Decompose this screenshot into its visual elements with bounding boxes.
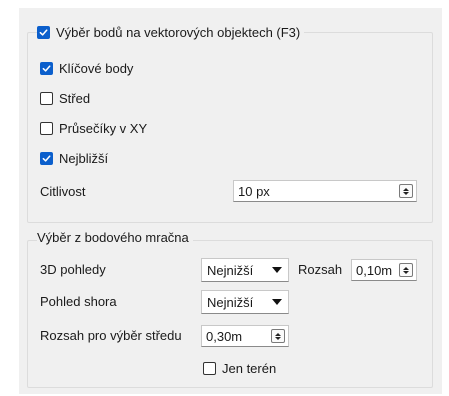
- checkmark-icon: [42, 64, 51, 72]
- vector-snap-title: Výběr bodů na vektorových objektech (F3): [56, 24, 301, 40]
- center-range-value: 0,30m: [206, 328, 243, 344]
- key-points-label: Klíčové body: [59, 60, 134, 76]
- top-view-label: Pohled shora: [40, 294, 117, 309]
- point-cloud-title: Výběr z bodového mračna: [37, 230, 193, 245]
- views-3d-label: 3D pohledy: [40, 262, 106, 277]
- spin-arrows-icon[interactable]: [271, 329, 285, 343]
- center-checkbox[interactable]: [40, 91, 53, 105]
- center-range-label: Rozsah pro výběr středu: [40, 328, 182, 343]
- range-value: 0,10m: [356, 262, 393, 278]
- center-range-spinbox[interactable]: 0,30m: [201, 325, 289, 347]
- range-label: Rozsah: [298, 262, 343, 277]
- intersections-label: Průsečíky v XY: [59, 120, 148, 136]
- sensitivity-value: 10 px: [238, 183, 270, 199]
- chevron-down-icon: [272, 267, 282, 273]
- chevron-down-icon: [272, 299, 282, 305]
- sensitivity-spinbox[interactable]: 10 px: [233, 180, 417, 202]
- vector-snap-checkbox[interactable]: [37, 25, 50, 39]
- terrain-only-checkbox[interactable]: [203, 361, 216, 375]
- snap-settings-panel: Výběr bodů na vektorových objektech (F3)…: [19, 8, 442, 394]
- nearest-label: Nejbližší: [59, 150, 109, 166]
- vector-snap-toggle[interactable]: Výběr bodů na vektorových objektech (F3): [37, 22, 305, 42]
- top-view-select[interactable]: Nejnižší: [201, 290, 289, 314]
- terrain-only-label: Jen terén: [222, 360, 277, 376]
- views-3d-value: Nejnižší: [207, 262, 254, 278]
- views-3d-select[interactable]: Nejnižší: [201, 258, 289, 282]
- checkmark-icon: [42, 154, 51, 162]
- terrain-only-option[interactable]: Jen terén: [203, 358, 276, 378]
- spin-arrows-icon[interactable]: [399, 184, 413, 198]
- key-points-checkbox[interactable]: [40, 61, 53, 75]
- center-label: Střed: [59, 90, 91, 106]
- range-spinbox[interactable]: 0,10m: [351, 259, 417, 281]
- top-view-value: Nejnižší: [207, 294, 254, 310]
- center-option[interactable]: Střed: [40, 88, 90, 108]
- spin-arrows-icon[interactable]: [399, 263, 413, 277]
- nearest-option[interactable]: Nejbližší: [40, 148, 108, 168]
- intersections-checkbox[interactable]: [40, 121, 53, 135]
- key-points-option[interactable]: Klíčové body: [40, 58, 133, 78]
- checkmark-icon: [39, 28, 48, 36]
- nearest-checkbox[interactable]: [40, 151, 53, 165]
- intersections-option[interactable]: Průsečíky v XY: [40, 118, 147, 138]
- sensitivity-label: Citlivost: [40, 184, 86, 199]
